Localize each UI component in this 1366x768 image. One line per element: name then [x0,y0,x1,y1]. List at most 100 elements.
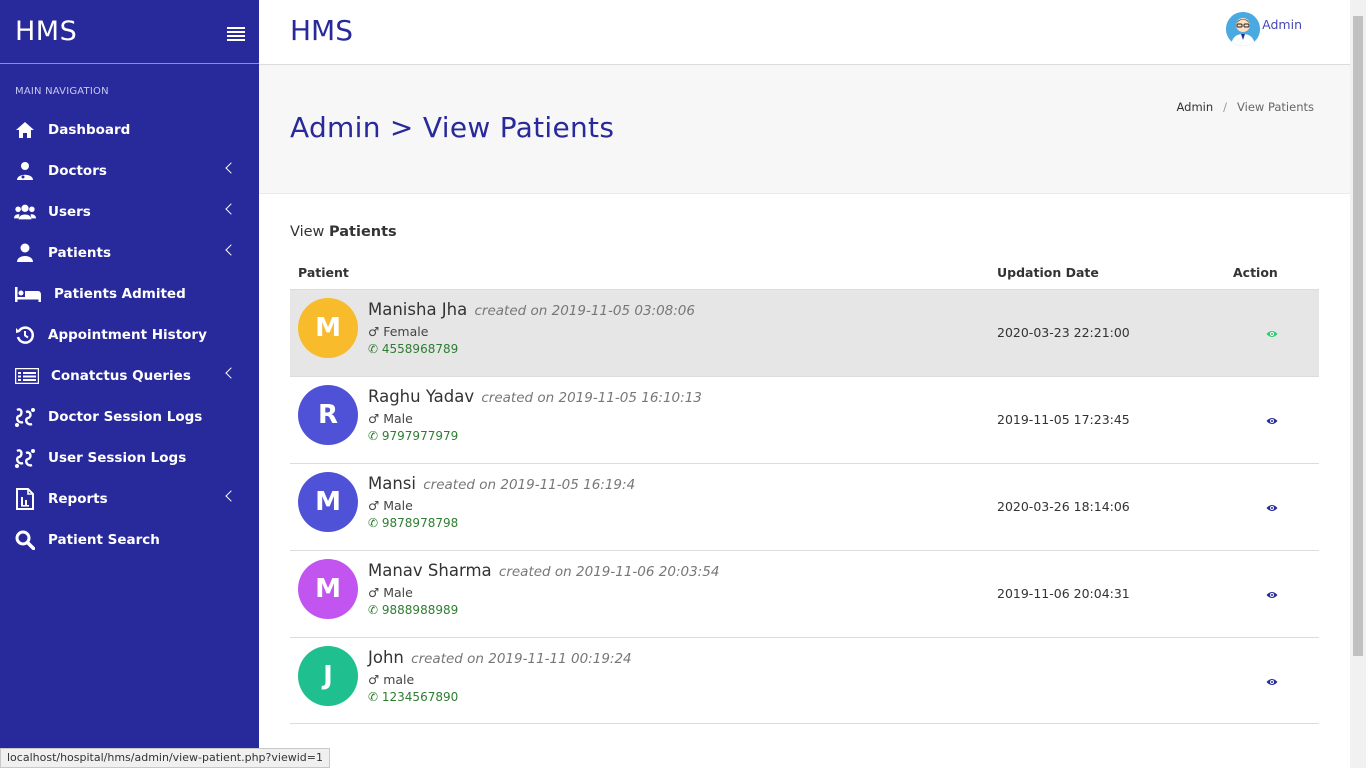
phone-icon: ✆ [368,516,379,530]
patient-created: created on 2019-11-06 20:03:54 [498,564,720,580]
sidebar-item-label: Users [48,203,91,220]
patient-created: created on 2019-11-05 16:10:13 [481,390,702,406]
patient-name-line: John created on 2019-11-11 00:19:24 [368,648,632,667]
patient-icon [14,243,36,263]
history-icon [14,325,36,345]
breadcrumb-item-current: View Patients [1237,100,1314,114]
report-icon [14,487,36,510]
chevron-left-icon [225,244,237,256]
view-eye-icon[interactable] [1266,325,1278,337]
phone-number: 9888988989 [381,603,459,617]
patient-name: John [368,648,404,667]
patient-created: created on 2019-11-11 00:19:24 [411,651,632,667]
gender-label: Female [383,324,429,339]
patient-gender: ♂ Female [368,324,428,339]
patient-avatar: M [298,298,358,358]
gender-label: male [383,672,415,687]
phone-icon: ✆ [368,603,379,617]
patient-phone: ✆ 4558968789 [368,342,458,356]
table-row[interactable]: M Manisha Jha created on 2019-11-05 03:0… [290,289,1319,376]
sidebar-item-doctor-session-logs[interactable]: Doctor Session Logs [0,396,259,437]
phone-number: 4558968789 [381,342,459,356]
user-avatar-icon [1226,12,1261,46]
chevron-left-icon [225,162,237,174]
search-icon [14,530,36,550]
male-symbol-icon: ♂ [368,498,380,513]
sidebar-item-reports[interactable]: Reports [0,478,259,519]
sidebar-item-patient-search[interactable]: Patient Search [0,519,259,560]
patient-phone: ✆ 9797977979 [368,429,458,443]
sidebar: HMS MAIN NAVIGATION Dashboard Doctors Us… [0,0,259,768]
section-title-bold: Patients [329,224,397,240]
male-symbol-icon: ♂ [368,585,380,600]
table-row[interactable]: J John created on 2019-11-11 00:19:24 ♂ … [290,637,1319,724]
table-row[interactable]: R Raghu Yadav created on 2019-11-05 16:1… [290,376,1319,463]
sidebar-item-contactus-queries[interactable]: Conatctus Queries [0,355,259,396]
page-header: Admin > View Patients Admin / View Patient… [259,65,1350,194]
table-row[interactable]: M Mansi created on 2019-11-05 16:19:4 ♂ … [290,463,1319,550]
phone-number: 1234567890 [381,690,459,704]
breadcrumb-item-admin[interactable]: Admin [1176,100,1213,114]
view-eye-icon[interactable] [1266,499,1278,511]
patient-name-line: Manav Sharma created on 2019-11-06 20:03… [368,561,719,580]
chevron-left-icon [225,367,237,379]
doctor-icon [14,161,36,181]
user-menu[interactable]: Admin [1226,12,1302,46]
breadcrumb: Admin / View Patients [1176,100,1314,114]
patient-phone: ✆ 9888988989 [368,603,458,617]
patient-name-line: Mansi created on 2019-11-05 16:19:4 [368,474,635,493]
phone-icon: ✆ [368,690,379,704]
gender-label: Male [383,585,413,600]
scrollbar-thumb[interactable] [1353,16,1363,656]
phone-icon: ✆ [368,429,379,443]
phone-number: 9797977979 [381,429,459,443]
patients-panel: View Patients Patient Updation Date Acti… [290,194,1319,724]
patient-created: created on 2019-11-05 03:08:06 [474,303,695,319]
patient-avatar: M [298,472,358,532]
hamburger-menu-icon[interactable] [227,26,245,41]
sidebar-item-patients-admitted[interactable]: Patients Admited [0,273,259,314]
gender-label: Male [383,498,413,513]
sidebar-item-label: Appointment History [48,326,207,343]
updation-date: 2019-11-05 17:23:45 [997,412,1130,427]
vertical-scrollbar[interactable] [1350,0,1366,768]
sidebar-item-users[interactable]: Users [0,191,259,232]
sidebar-item-label: Dashboard [48,121,131,138]
section-title-prefix: View [290,224,325,240]
table-row[interactable]: M Manav Sharma created on 2019-11-06 20:… [290,550,1319,637]
sidebar-item-user-session-logs[interactable]: User Session Logs [0,437,259,478]
home-icon [14,120,36,140]
male-symbol-icon: ♂ [368,411,380,426]
view-eye-icon[interactable] [1266,412,1278,424]
gender-label: Male [383,411,413,426]
logs-icon [14,407,36,427]
patient-name: Manisha Jha [368,300,468,319]
sidebar-item-dashboard[interactable]: Dashboard [0,109,259,150]
view-eye-icon[interactable] [1266,586,1278,598]
updation-date: 2019-11-06 20:04:31 [997,586,1130,601]
status-bar-url: localhost/hospital/hms/admin/view-patien… [0,748,330,768]
sidebar-item-patients[interactable]: Patients [0,232,259,273]
topbar: HMS Admin [259,0,1350,65]
view-eye-icon[interactable] [1266,673,1278,685]
patient-avatar: M [298,559,358,619]
list-icon [14,366,39,386]
table-header: Patient Updation Date Action [290,252,1319,289]
male-symbol-icon: ♂ [368,672,380,687]
patient-gender: ♂ male [368,672,414,687]
bed-icon [14,284,42,304]
column-header-action: Action [1233,265,1278,280]
column-header-patient: Patient [298,265,349,280]
column-header-updation-date: Updation Date [997,265,1099,280]
sidebar-item-label: Reports [48,490,108,507]
sidebar-item-appointment-history[interactable]: Appointment History [0,314,259,355]
sidebar-item-doctors[interactable]: Doctors [0,150,259,191]
updation-date: 2020-03-23 22:21:00 [997,325,1130,340]
nav-header: MAIN NAVIGATION [15,86,109,97]
sidebar-item-label: User Session Logs [48,449,187,466]
chevron-left-icon [225,490,237,502]
users-icon [14,202,36,222]
sidebar-item-label: Patients Admited [54,285,186,302]
phone-number: 9878978798 [381,516,459,530]
chevron-left-icon [225,203,237,215]
